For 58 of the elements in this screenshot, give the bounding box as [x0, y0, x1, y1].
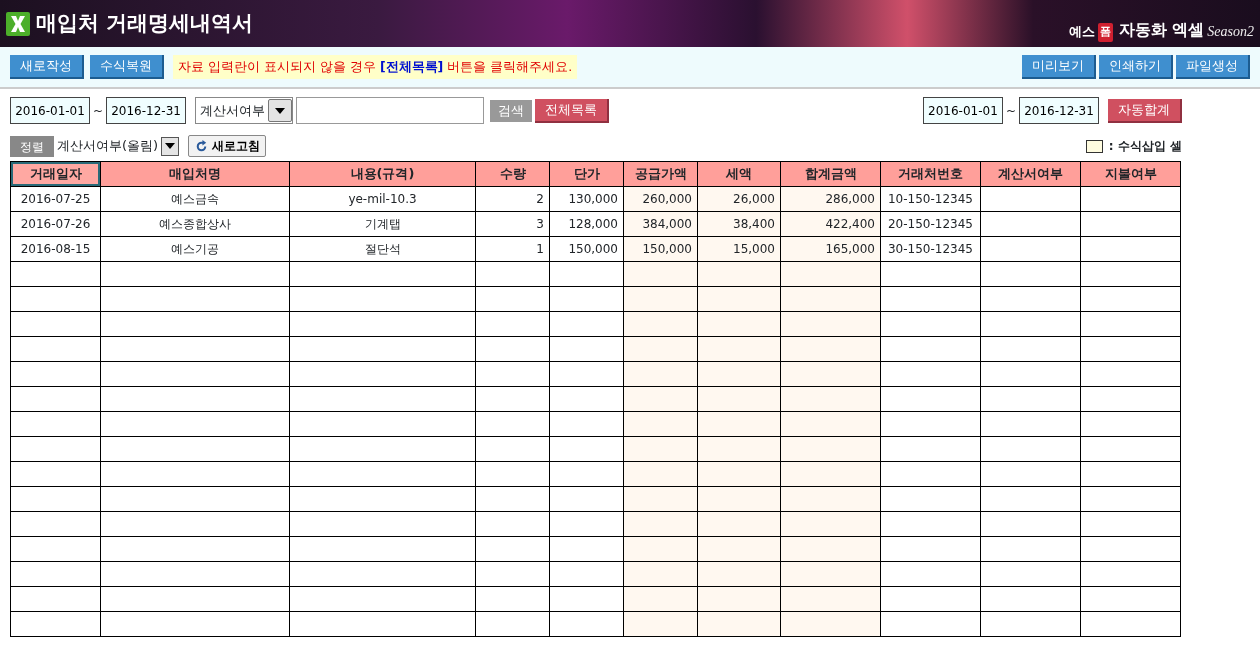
date-field[interactable]: 2016-01-01 [10, 97, 90, 124]
table-cell: 3 [475, 211, 550, 237]
table-cell: 2016-07-26 [10, 211, 101, 237]
table-cell: 130,000 [549, 186, 624, 212]
dropdown-arrow-icon [275, 105, 286, 116]
dropdown-arrow-icon [165, 141, 176, 151]
table-cell: 예스금속 [100, 186, 290, 212]
table-cell: 26,000 [697, 186, 781, 212]
column-header[interactable]: 내용(규격) [289, 161, 476, 187]
column-header[interactable]: 합계금액 [780, 161, 881, 187]
table-cell: 15,000 [697, 236, 781, 262]
refresh-button[interactable]: 새로고침 [188, 135, 267, 157]
column-header[interactable]: 거래일자 [10, 161, 101, 187]
search-field[interactable] [296, 97, 485, 124]
column-header[interactable]: 지불여부 [1080, 161, 1181, 187]
brand-text: 예스 [1068, 23, 1095, 41]
range-separator: ~ [93, 102, 104, 120]
brand-badge: 폼 [1097, 23, 1113, 42]
table-cell: 20-150-12345 [880, 211, 981, 237]
table-cell: 절단석 [289, 236, 476, 262]
table-cell: 38,400 [697, 211, 781, 237]
table-cell: 30-150-12345 [880, 236, 981, 262]
column-header[interactable]: 수량 [475, 161, 550, 187]
table-cell: 예스기공 [100, 236, 290, 262]
date-field[interactable]: 2016-12-31 [106, 97, 187, 124]
window-title: 매입처 거래명세내역서 [36, 9, 254, 37]
table-cell: 286,000 [780, 186, 881, 212]
column-header[interactable]: 공급가액 [623, 161, 698, 187]
range-separator: ~ [1005, 102, 1016, 120]
table-cell: 422,400 [780, 211, 881, 237]
column-header[interactable]: 거래처번호 [880, 161, 981, 187]
notice-text: 자료 입력란이 표시되지 않을 경우 [전체목록] 버튼을 클릭해주세요. [173, 54, 578, 80]
auto-sum-button[interactable]: 자동합계 [1108, 98, 1182, 123]
table-cell: 기계탭 [289, 211, 476, 237]
table-cell: ye-mil-10.3 [289, 186, 476, 212]
table-cell: 10-150-12345 [880, 186, 981, 212]
date-field[interactable]: 2016-12-31 [1019, 97, 1099, 124]
field-select[interactable]: 계산서여부 [195, 97, 294, 124]
brand-name: 자동화 엑셀 [1118, 18, 1205, 41]
table-cell: 128,000 [549, 211, 624, 237]
table-cell: 2 [475, 186, 550, 212]
sort-label: 정렬 [10, 135, 54, 157]
table-cell: 165,000 [780, 236, 881, 262]
column-header[interactable]: 계산서여부 [980, 161, 1081, 187]
legend-label: : 수식삽입 셀 [1108, 138, 1182, 155]
table-cell: 1 [475, 236, 550, 262]
column-header[interactable]: 매입처명 [100, 161, 290, 187]
excel-icon [6, 11, 30, 36]
brand-edition: Season2 [1207, 22, 1254, 41]
table-cell: 2016-08-15 [10, 236, 101, 262]
column-header[interactable]: 세액 [697, 161, 781, 187]
date-field[interactable]: 2016-01-01 [922, 97, 1003, 124]
table-cell: 150,000 [549, 236, 624, 262]
table-cell: 예스종합상사 [100, 211, 290, 237]
column-header[interactable]: 단가 [549, 161, 624, 187]
table-cell: 2016-07-25 [10, 186, 101, 212]
list-all-button[interactable]: 전체목록 [535, 98, 610, 123]
formula-cell-swatch [1085, 139, 1103, 153]
